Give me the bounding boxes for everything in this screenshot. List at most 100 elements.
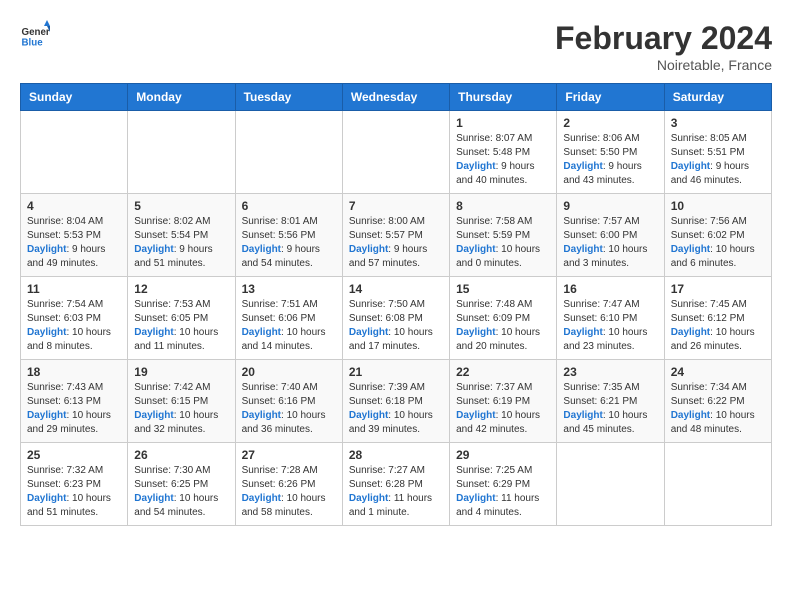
daylight-label: Daylight: 11 hours and 4 minutes. [456, 493, 539, 518]
daylight-label: Daylight: 9 hours and 43 minutes. [563, 161, 641, 186]
daylight-label: Daylight: 10 hours and 32 minutes. [134, 410, 218, 435]
day-info: Sunrise: 7:39 AMSunset: 6:18 PMDaylight:… [349, 381, 443, 437]
day-number: 3 [671, 116, 765, 130]
day-number: 19 [134, 365, 228, 379]
table-row: 23 Sunrise: 7:35 AMSunset: 6:21 PMDayligh… [557, 360, 664, 443]
day-info: Sunrise: 7:42 AMSunset: 6:15 PMDaylight:… [134, 381, 228, 437]
day-number: 4 [27, 199, 121, 213]
table-row: 26Sunrise: 7:30 AMSunset: 6:25 PMDayligh… [128, 443, 235, 526]
weekday-header-row: Sunday Monday Tuesday Wednesday Thursday… [21, 84, 772, 111]
day-info: Sunrise: 7:30 AMSunset: 6:25 PMDaylight:… [134, 464, 228, 520]
day-info: Sunrise: 7:57 AMSunset: 6:00 PMDaylight:… [563, 215, 657, 271]
day-number: 20 [242, 365, 336, 379]
table-row: 8Sunrise: 7:58 AMSunset: 5:59 PMDaylight… [450, 194, 557, 277]
daylight-label: Daylight: 9 hours and 57 minutes. [349, 244, 427, 269]
header-tuesday: Tuesday [235, 84, 342, 111]
day-number: 15 [456, 282, 550, 296]
day-number: 28 [349, 448, 443, 462]
daylight-label: Daylight: 10 hours and 6 minutes. [671, 244, 755, 269]
day-number: 25 [27, 448, 121, 462]
day-number: 23 [563, 365, 657, 379]
header: General Blue February 2024 Noiretable, F… [20, 20, 772, 73]
day-number: 11 [27, 282, 121, 296]
daylight-label: Daylight: 10 hours and 11 minutes. [134, 327, 218, 352]
daylight-label: Daylight: 10 hours and 51 minutes. [27, 493, 111, 518]
day-number: 18 [27, 365, 121, 379]
daylight-label: Daylight: 9 hours and 51 minutes. [134, 244, 212, 269]
day-info: Sunrise: 7:51 AMSunset: 6:06 PMDaylight:… [242, 298, 336, 354]
daylight-label: Daylight: 10 hours and 36 minutes. [242, 410, 326, 435]
day-info: Sunrise: 8:04 AMSunset: 5:53 PMDaylight:… [27, 215, 121, 271]
daylight-label: Daylight: 10 hours and 8 minutes. [27, 327, 111, 352]
table-row [342, 111, 449, 194]
table-row: 25 Sunrise: 7:32 AMSunset: 6:23 PMDayligh… [21, 443, 128, 526]
daylight-label: Daylight: 10 hours and 54 minutes. [134, 493, 218, 518]
day-info: Sunrise: 7:47 AMSunset: 6:10 PMDaylight:… [563, 298, 657, 354]
day-info: Sunrise: 7:28 AMSunset: 6:26 PMDaylight:… [242, 464, 336, 520]
day-info: Sunrise: 7:35 AMSunset: 6:21 PMDaylight:… [563, 381, 657, 437]
header-monday: Monday [128, 84, 235, 111]
day-number: 22 [456, 365, 550, 379]
day-number: 7 [349, 199, 443, 213]
day-info: Sunrise: 7:27 AMSunset: 6:28 PMDaylight:… [349, 464, 443, 520]
daylight-label: Daylight: 10 hours and 45 minutes. [563, 410, 647, 435]
header-wednesday: Wednesday [342, 84, 449, 111]
day-info: Sunrise: 7:37 AMSunset: 6:19 PMDaylight:… [456, 381, 550, 437]
day-info: Sunrise: 7:32 AMSunset: 6:23 PMDaylight:… [27, 464, 121, 520]
table-row: 21 Sunrise: 7:39 AMSunset: 6:18 PMDayligh… [342, 360, 449, 443]
daylight-label: Daylight: 11 hours and 1 minute. [349, 493, 432, 518]
calendar-table: Sunday Monday Tuesday Wednesday Thursday… [20, 83, 772, 526]
table-row: 20 Sunrise: 7:40 AMSunset: 6:16 PMDayligh… [235, 360, 342, 443]
day-number: 5 [134, 199, 228, 213]
daylight-label: Daylight: 10 hours and 29 minutes. [27, 410, 111, 435]
day-info: Sunrise: 8:05 AMSunset: 5:51 PMDaylight:… [671, 132, 765, 188]
table-row [235, 111, 342, 194]
table-row: 6 Sunrise: 8:01 AMSunset: 5:56 PMDaylight… [235, 194, 342, 277]
daylight-label: Daylight: 9 hours and 40 minutes. [456, 161, 534, 186]
table-row: 9 Sunrise: 7:57 AMSunset: 6:00 PMDaylight… [557, 194, 664, 277]
calendar-week-row: 25 Sunrise: 7:32 AMSunset: 6:23 PMDayligh… [21, 443, 772, 526]
daylight-label: Daylight: 10 hours and 0 minutes. [456, 244, 540, 269]
daylight-label: Daylight: 10 hours and 14 minutes. [242, 327, 326, 352]
day-number: 21 [349, 365, 443, 379]
daylight-label: Daylight: 10 hours and 26 minutes. [671, 327, 755, 352]
day-info: Sunrise: 8:00 AMSunset: 5:57 PMDaylight:… [349, 215, 443, 271]
day-info: Sunrise: 7:45 AMSunset: 6:12 PMDaylight:… [671, 298, 765, 354]
daylight-label: Daylight: 10 hours and 17 minutes. [349, 327, 433, 352]
day-number: 10 [671, 199, 765, 213]
table-row: 28 Sunrise: 7:27 AMSunset: 6:28 PMDayligh… [342, 443, 449, 526]
day-number: 12 [134, 282, 228, 296]
day-info: Sunrise: 7:56 AMSunset: 6:02 PMDaylight:… [671, 215, 765, 271]
table-row: 10 Sunrise: 7:56 AMSunset: 6:02 PMDayligh… [664, 194, 771, 277]
day-info: Sunrise: 8:01 AMSunset: 5:56 PMDaylight:… [242, 215, 336, 271]
header-thursday: Thursday [450, 84, 557, 111]
calendar-week-row: 11 Sunrise: 7:54 AMSunset: 6:03 PMDayligh… [21, 277, 772, 360]
day-number: 6 [242, 199, 336, 213]
day-number: 17 [671, 282, 765, 296]
day-info: Sunrise: 8:02 AMSunset: 5:54 PMDaylight:… [134, 215, 228, 271]
day-number: 27 [242, 448, 336, 462]
table-row: 29Sunrise: 7:25 AMSunset: 6:29 PMDayligh… [450, 443, 557, 526]
calendar-week-row: 1Sunrise: 8:07 AMSunset: 5:48 PMDaylight… [21, 111, 772, 194]
table-row: 27 Sunrise: 7:28 AMSunset: 6:26 PMDayligh… [235, 443, 342, 526]
day-number: 29 [456, 448, 550, 462]
daylight-label: Daylight: 9 hours and 46 minutes. [671, 161, 749, 186]
day-number: 13 [242, 282, 336, 296]
table-row: 12Sunrise: 7:53 AMSunset: 6:05 PMDayligh… [128, 277, 235, 360]
table-row: 16Sunrise: 7:47 AMSunset: 6:10 PMDayligh… [557, 277, 664, 360]
day-info: Sunrise: 7:34 AMSunset: 6:22 PMDaylight:… [671, 381, 765, 437]
day-info: Sunrise: 7:50 AMSunset: 6:08 PMDaylight:… [349, 298, 443, 354]
day-info: Sunrise: 7:54 AMSunset: 6:03 PMDaylight:… [27, 298, 121, 354]
daylight-label: Daylight: 9 hours and 49 minutes. [27, 244, 105, 269]
day-info: Sunrise: 7:40 AMSunset: 6:16 PMDaylight:… [242, 381, 336, 437]
header-sunday: Sunday [21, 84, 128, 111]
table-row: 24 Sunrise: 7:34 AMSunset: 6:22 PMDayligh… [664, 360, 771, 443]
calendar-week-row: 4 Sunrise: 8:04 AMSunset: 5:53 PMDaylight… [21, 194, 772, 277]
day-number: 9 [563, 199, 657, 213]
day-info: Sunrise: 8:06 AMSunset: 5:50 PMDaylight:… [563, 132, 657, 188]
day-number: 24 [671, 365, 765, 379]
daylight-label: Daylight: 10 hours and 48 minutes. [671, 410, 755, 435]
daylight-label: Daylight: 9 hours and 54 minutes. [242, 244, 320, 269]
daylight-label: Daylight: 10 hours and 58 minutes. [242, 493, 326, 518]
table-row: 2Sunrise: 8:06 AMSunset: 5:50 PMDaylight… [557, 111, 664, 194]
